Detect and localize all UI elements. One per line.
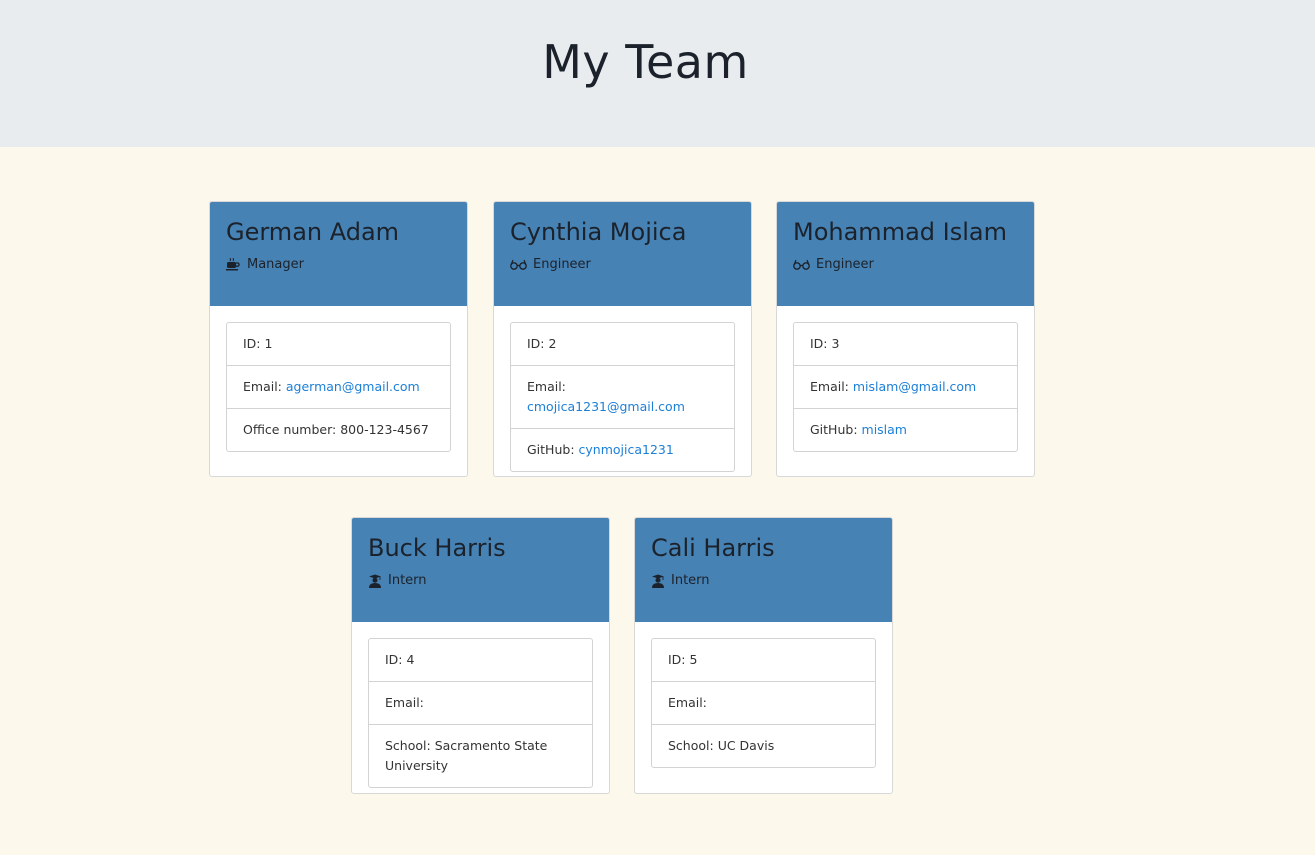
- glasses-icon: [510, 259, 527, 270]
- card-body: ID: 2 Email: cmojica1231@gmail.com GitHu…: [494, 306, 751, 488]
- id-row: ID: 4: [385, 652, 415, 667]
- github-row: GitHub: mislam: [794, 408, 1017, 451]
- email-row: Email:: [652, 681, 875, 724]
- employee-role: Intern: [368, 573, 593, 588]
- school-row: School: UC Davis: [652, 724, 875, 767]
- card-header: Cali Harris Intern: [635, 518, 892, 622]
- employee-details: ID: 5 Email: School: UC Davis: [651, 638, 876, 768]
- graduate-icon: [651, 574, 665, 588]
- employee-card-manager: German Adam Manager ID: 1 Email: agerman…: [209, 201, 468, 477]
- employee-details: ID: 3 Email: mislam@gmail.com GitHub: mi…: [793, 322, 1018, 452]
- employee-card-engineer: Cynthia Mojica Engineer ID: 2 Email: cmo…: [493, 201, 752, 477]
- graduate-icon: [368, 574, 382, 588]
- office-row: Office number: 800-123-4567: [227, 408, 450, 451]
- email-link[interactable]: cmojica1231@gmail.com: [527, 399, 685, 414]
- school-name: UC Davis: [717, 738, 775, 753]
- employee-card-engineer: Mohammad Islam Engineer ID: 3 Email: mis…: [776, 201, 1035, 477]
- employee-details: ID: 1 Email: agerman@gmail.com Office nu…: [226, 322, 451, 452]
- employee-name: German Adam: [226, 218, 400, 246]
- id-row: ID: 3: [810, 336, 840, 351]
- employee-role: Manager: [226, 257, 451, 272]
- employee-role: Engineer: [793, 257, 1018, 272]
- email-row: Email: cmojica1231@gmail.com: [511, 365, 734, 428]
- employee-role: Intern: [651, 573, 876, 588]
- email-row: Email:: [369, 681, 592, 724]
- card-header: German Adam Manager: [210, 202, 467, 306]
- email-row: Email: mislam@gmail.com: [794, 365, 1017, 408]
- employee-id: 4: [406, 652, 415, 667]
- employee-name: Mohammad Islam: [793, 218, 1007, 246]
- employee-role: Engineer: [510, 257, 735, 272]
- role-label: Engineer: [533, 257, 591, 272]
- id-row: ID: 2: [527, 336, 557, 351]
- github-link[interactable]: cynmojica1231: [579, 442, 674, 457]
- role-label: Engineer: [816, 257, 874, 272]
- page-header: My Team: [0, 0, 1315, 147]
- glasses-icon: [793, 259, 810, 270]
- coffee-icon: [226, 257, 241, 272]
- school-row: School: Sacramento State University: [369, 724, 592, 787]
- id-row: ID: 1: [243, 336, 273, 351]
- github-link[interactable]: mislam: [862, 422, 907, 437]
- id-row: ID: 5: [668, 652, 698, 667]
- email-link[interactable]: agerman@gmail.com: [286, 379, 420, 394]
- employee-details: ID: 2 Email: cmojica1231@gmail.com GitHu…: [510, 322, 735, 472]
- employee-id: 1: [264, 336, 273, 351]
- employee-card-intern: Buck Harris Intern ID: 4 Email: School: …: [351, 517, 610, 794]
- employee-name: Buck Harris: [368, 534, 506, 562]
- card-body: ID: 3 Email: mislam@gmail.com GitHub: mi…: [777, 306, 1034, 468]
- card-header: Mohammad Islam Engineer: [777, 202, 1034, 306]
- role-label: Intern: [388, 573, 427, 588]
- email-link[interactable]: mislam@gmail.com: [853, 379, 976, 394]
- email-row: Email: agerman@gmail.com: [227, 365, 450, 408]
- card-body: ID: 5 Email: School: UC Davis: [635, 622, 892, 784]
- card-header: Cynthia Mojica Engineer: [494, 202, 751, 306]
- github-row: GitHub: cynmojica1231: [511, 428, 734, 471]
- card-body: ID: 4 Email: School: Sacramento State Un…: [352, 622, 609, 804]
- role-label: Intern: [671, 573, 710, 588]
- employee-name: Cali Harris: [651, 534, 775, 562]
- page-title: My Team: [542, 34, 749, 89]
- card-header: Buck Harris Intern: [352, 518, 609, 622]
- office-number: 800-123-4567: [340, 422, 429, 437]
- employee-details: ID: 4 Email: School: Sacramento State Un…: [368, 638, 593, 788]
- employee-id: 5: [689, 652, 698, 667]
- card-body: ID: 1 Email: agerman@gmail.com Office nu…: [210, 306, 467, 468]
- role-label: Manager: [247, 257, 304, 272]
- employee-name: Cynthia Mojica: [510, 218, 687, 246]
- employee-card-intern: Cali Harris Intern ID: 5 Email: School: …: [634, 517, 893, 794]
- employee-id: 3: [831, 336, 840, 351]
- employee-id: 2: [548, 336, 557, 351]
